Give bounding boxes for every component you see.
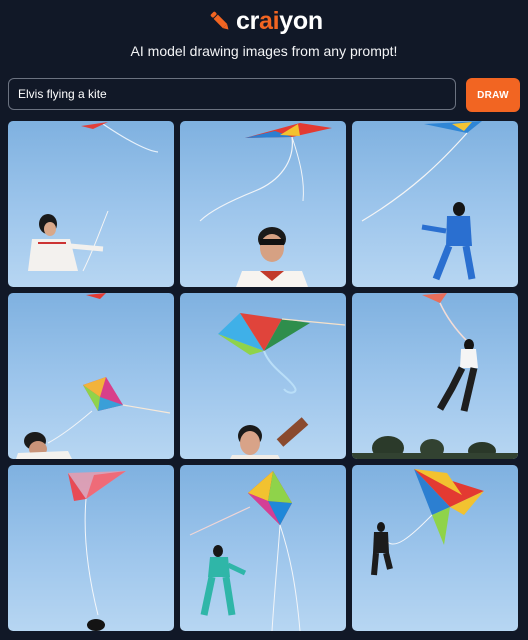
generated-image-6: [352, 293, 518, 459]
result-image[interactable]: [180, 465, 346, 631]
result-image[interactable]: [8, 293, 174, 459]
generated-image-3: [361, 121, 482, 281]
header: craiyon: [0, 0, 528, 40]
result-image[interactable]: [8, 465, 174, 631]
craiyon-logo[interactable]: craiyon: [206, 5, 323, 37]
tagline: AI model drawing images from any prompt!: [130, 43, 398, 59]
generated-image-4: [16, 293, 171, 459]
result-image[interactable]: [8, 121, 174, 287]
pencil-icon: [210, 11, 229, 30]
result-image[interactable]: [352, 465, 518, 631]
result-image[interactable]: [352, 293, 518, 459]
logo-text: craiyon: [236, 6, 323, 35]
results-grid: [8, 121, 518, 631]
generated-image-5: [218, 313, 346, 459]
generated-image-8: [189, 471, 301, 631]
generated-image-2: [199, 123, 332, 287]
generated-image-1: [28, 122, 159, 272]
draw-button[interactable]: DRAW: [466, 78, 520, 112]
generated-image-7: [68, 471, 126, 631]
result-image[interactable]: [352, 121, 518, 287]
generated-image-9: [371, 469, 484, 576]
result-image[interactable]: [180, 293, 346, 459]
result-image[interactable]: [180, 121, 346, 287]
prompt-input[interactable]: [8, 78, 456, 110]
